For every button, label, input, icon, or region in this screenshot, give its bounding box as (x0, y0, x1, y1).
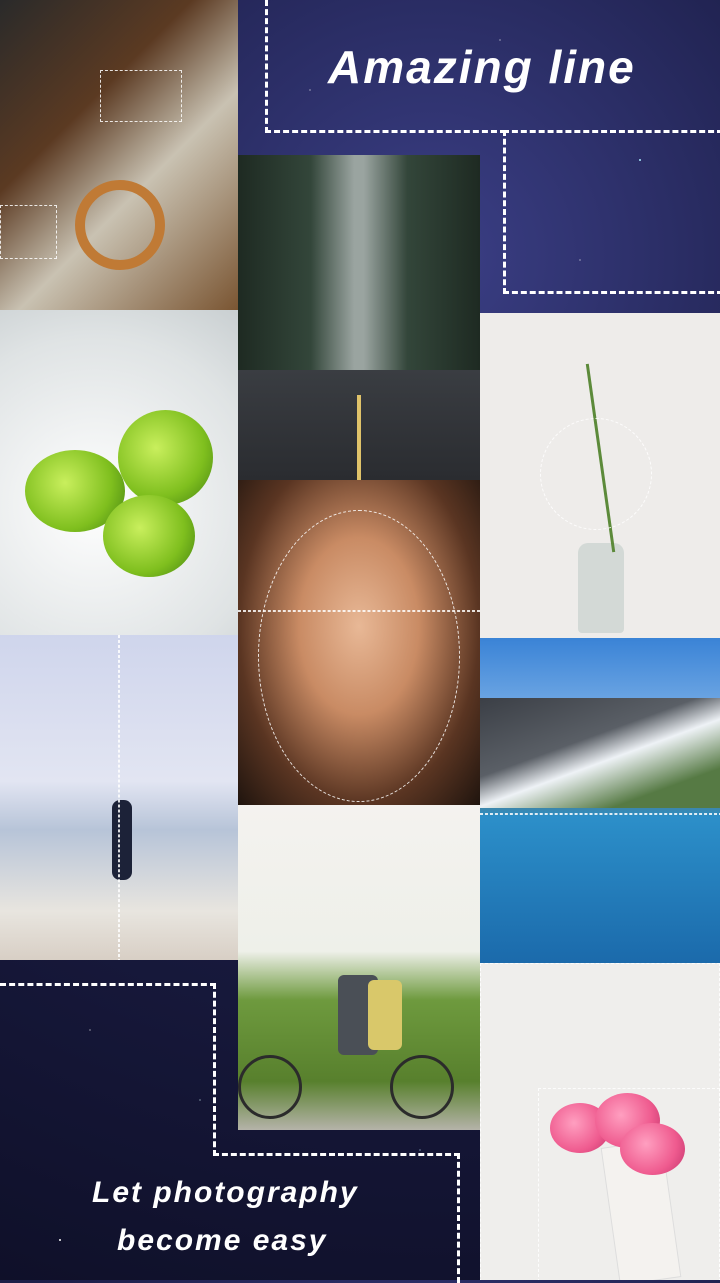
food-platter-photo (0, 0, 238, 310)
limes-photo (0, 310, 238, 635)
headline-title: Amazing line (328, 41, 636, 93)
beach-woman-photo (0, 635, 238, 960)
tandem-bicycle-photo (238, 805, 480, 1130)
bottom-dashed-frame (0, 983, 216, 1156)
headline-subtitle-line2: become easy (117, 1224, 328, 1257)
bottom-dashed-frame-lower (213, 1153, 460, 1283)
forest-road-photo (238, 155, 480, 480)
portrait-photo (238, 480, 480, 805)
plant-in-bottle-photo (480, 313, 720, 638)
headline-subtitle-line1: Let photography (92, 1176, 359, 1209)
mountain-lake-photo (480, 638, 720, 963)
pink-roses-photo (480, 963, 720, 1280)
top-dashed-frame-right (503, 130, 720, 294)
